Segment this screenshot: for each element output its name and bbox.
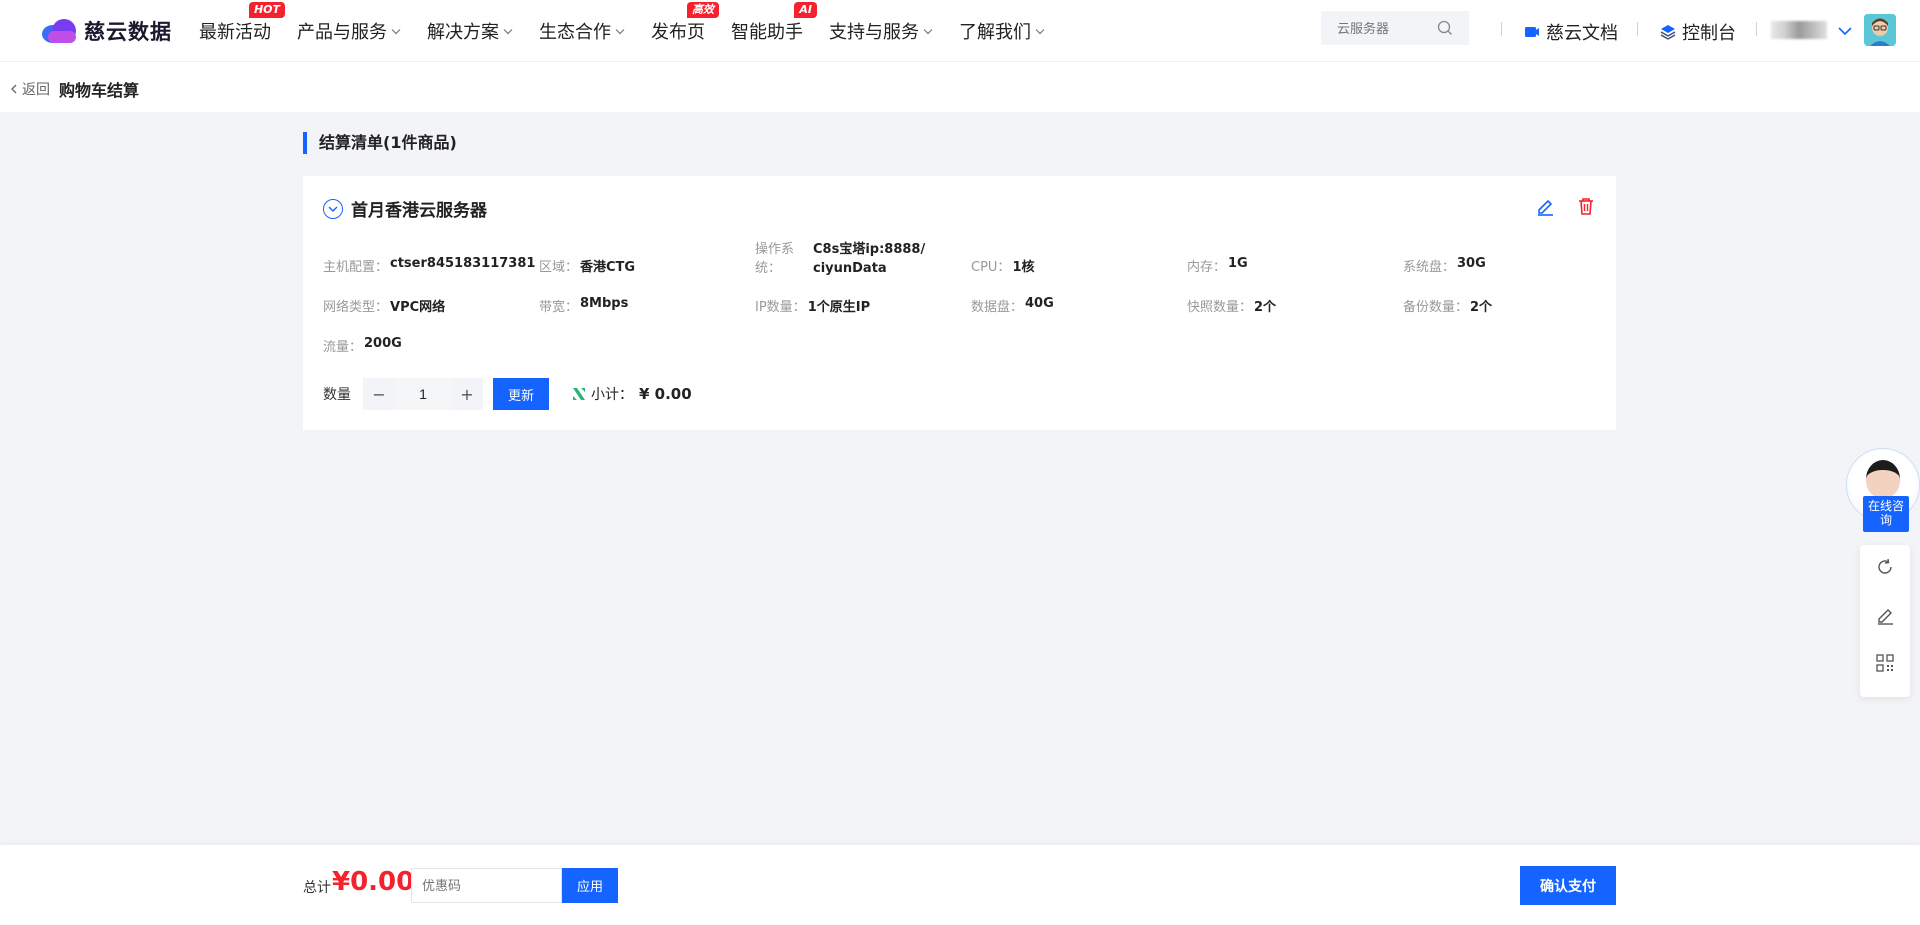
chevron-down-icon xyxy=(1035,28,1045,34)
main-nav: 最新活动 HOT 产品与服务 解决方案 生态合作 发布页 高效 智能助手 AI 支持与服务 了解我们 xyxy=(199,0,1071,62)
nav-item[interactable]: 了解我们 xyxy=(959,0,1045,62)
chevron-down-icon xyxy=(923,28,933,34)
search-box[interactable] xyxy=(1321,11,1469,45)
user-avatar-icon xyxy=(1864,14,1896,46)
subtotal-icon xyxy=(573,388,585,400)
top-nav-bar: 慈云数据 最新活动 HOT 产品与服务 解决方案 生态合作 发布页 高效 智能助手 AI 支持与服… xyxy=(0,0,1920,62)
cart-item-card: 首月香港云服务器 主机配置： ctser845183117381 区域： 香港CTG… xyxy=(303,176,1616,430)
divider xyxy=(1501,22,1502,36)
spec-cpu: CPU： 1核 xyxy=(971,260,1035,275)
docs-link[interactable]: 慈云文档 xyxy=(1524,19,1618,45)
spec-network-type: 网络类型： VPC网络 xyxy=(323,300,446,315)
nav-item[interactable]: 产品与服务 xyxy=(297,0,401,62)
increment-button[interactable]: + xyxy=(451,378,483,410)
spec-traffic: 流量： 200G xyxy=(323,336,402,355)
quantity-row: 数量 − + 更新 小计： ¥ 0.00 xyxy=(323,378,692,410)
agent-avatar-icon xyxy=(1866,460,1900,498)
brand-logo[interactable]: 慈云数据 xyxy=(42,16,172,46)
spec-backup-count: 备份数量： 2个 xyxy=(1403,300,1493,315)
quantity-label: 数量 xyxy=(323,387,351,403)
edit-icon[interactable] xyxy=(1535,196,1555,216)
nav-item[interactable]: 生态合作 xyxy=(539,0,625,62)
side-toolbar xyxy=(1860,545,1910,697)
page-title: 购物车结算 xyxy=(59,81,140,100)
search-input[interactable] xyxy=(1337,20,1437,36)
layers-icon xyxy=(1660,25,1676,40)
refresh-icon[interactable] xyxy=(1875,557,1895,577)
nav-item[interactable]: 解决方案 xyxy=(427,0,513,62)
breadcrumb: 返回 购物车结算 xyxy=(0,62,1920,112)
nav-item-label: 支持与服务 xyxy=(829,22,919,43)
nav-item[interactable]: 发布页 高效 xyxy=(651,0,719,62)
spec-system-disk: 系统盘： 30G xyxy=(1403,256,1486,275)
docs-icon xyxy=(1525,27,1539,37)
nav-item-label: 发布页 xyxy=(651,22,705,43)
online-consult-widget[interactable]: 在线咨询 xyxy=(1846,448,1920,532)
checkout-footer: 总计 ¥0.00 应用 确认支付 xyxy=(0,845,1920,925)
nav-item-label: 产品与服务 xyxy=(297,22,387,43)
chevron-down-icon xyxy=(391,28,401,34)
divider xyxy=(1637,22,1638,36)
spec-host-config: 主机配置： ctser845183117381 xyxy=(323,256,536,275)
chevron-down-icon xyxy=(615,28,625,34)
delete-icon[interactable] xyxy=(1576,196,1596,216)
chevron-left-icon xyxy=(11,84,17,94)
brand-name: 慈云数据 xyxy=(84,20,172,44)
decrement-button[interactable]: − xyxy=(363,378,395,410)
spec-snapshot-count: 快照数量： 2个 xyxy=(1187,300,1277,315)
quantity-input[interactable] xyxy=(395,378,451,410)
quantity-stepper: − + xyxy=(363,378,483,410)
confirm-pay-button[interactable]: 确认支付 xyxy=(1520,866,1616,905)
qr-code-icon[interactable] xyxy=(1875,653,1895,673)
nav-item-label: 生态合作 xyxy=(539,22,611,43)
nav-item-label: 智能助手 xyxy=(731,22,803,43)
feedback-edit-icon[interactable] xyxy=(1875,605,1895,625)
chevron-down-icon[interactable] xyxy=(1838,26,1852,36)
nav-badge: 高效 xyxy=(687,2,719,18)
nav-item-label: 最新活动 xyxy=(199,22,271,43)
nav-item-label: 解决方案 xyxy=(427,22,499,43)
console-link[interactable]: 控制台 xyxy=(1660,19,1736,45)
search-icon[interactable] xyxy=(1437,20,1453,36)
nav-item[interactable]: 最新活动 HOT xyxy=(199,0,285,62)
section-title: 结算清单(1件商品) xyxy=(303,132,457,154)
avatar[interactable] xyxy=(1864,14,1896,46)
total-label: 总计 xyxy=(303,880,331,896)
divider xyxy=(1756,22,1757,36)
spec-data-disk: 数据盘： 40G xyxy=(971,296,1054,315)
spec-region: 区域： 香港CTG xyxy=(539,260,636,275)
coupon-input[interactable] xyxy=(411,868,562,903)
update-button[interactable]: 更新 xyxy=(493,378,549,410)
back-button[interactable]: 返回 xyxy=(10,79,50,99)
username-redacted[interactable] xyxy=(1771,21,1827,39)
nav-item[interactable]: 支持与服务 xyxy=(829,0,933,62)
product-header: 首月香港云服务器 xyxy=(323,196,487,221)
nav-badge: HOT xyxy=(248,2,285,18)
product-name: 首月香港云服务器 xyxy=(351,201,487,221)
spec-os: 操作系统： C8s宝塔ip:8888/ciyunData xyxy=(755,242,926,276)
chevron-down-icon xyxy=(328,206,338,212)
docs-label: 慈云文档 xyxy=(1546,23,1618,44)
nav-item[interactable]: 智能助手 AI xyxy=(731,0,817,62)
subtotal: 小计： ¥ 0.00 xyxy=(571,384,692,404)
spec-ip-count: IP数量： 1个原生IP xyxy=(755,300,871,315)
spec-memory: 内存： 1G xyxy=(1187,256,1248,275)
subtotal-value: ¥ 0.00 xyxy=(639,385,692,403)
apply-coupon-button[interactable]: 应用 xyxy=(562,868,618,903)
consult-label[interactable]: 在线咨询 xyxy=(1863,496,1909,532)
console-label: 控制台 xyxy=(1682,23,1736,44)
total-value: ¥0.00 xyxy=(332,867,415,897)
nav-badge: AI xyxy=(794,2,817,18)
chevron-down-icon xyxy=(503,28,513,34)
spec-bandwidth: 带宽： 8Mbps xyxy=(539,296,629,315)
subtotal-label: 小计： xyxy=(591,387,633,403)
collapse-toggle[interactable] xyxy=(323,198,343,219)
back-label: 返回 xyxy=(22,82,50,98)
nav-item-label: 了解我们 xyxy=(959,22,1031,43)
cloud-logo-icon xyxy=(42,17,80,45)
